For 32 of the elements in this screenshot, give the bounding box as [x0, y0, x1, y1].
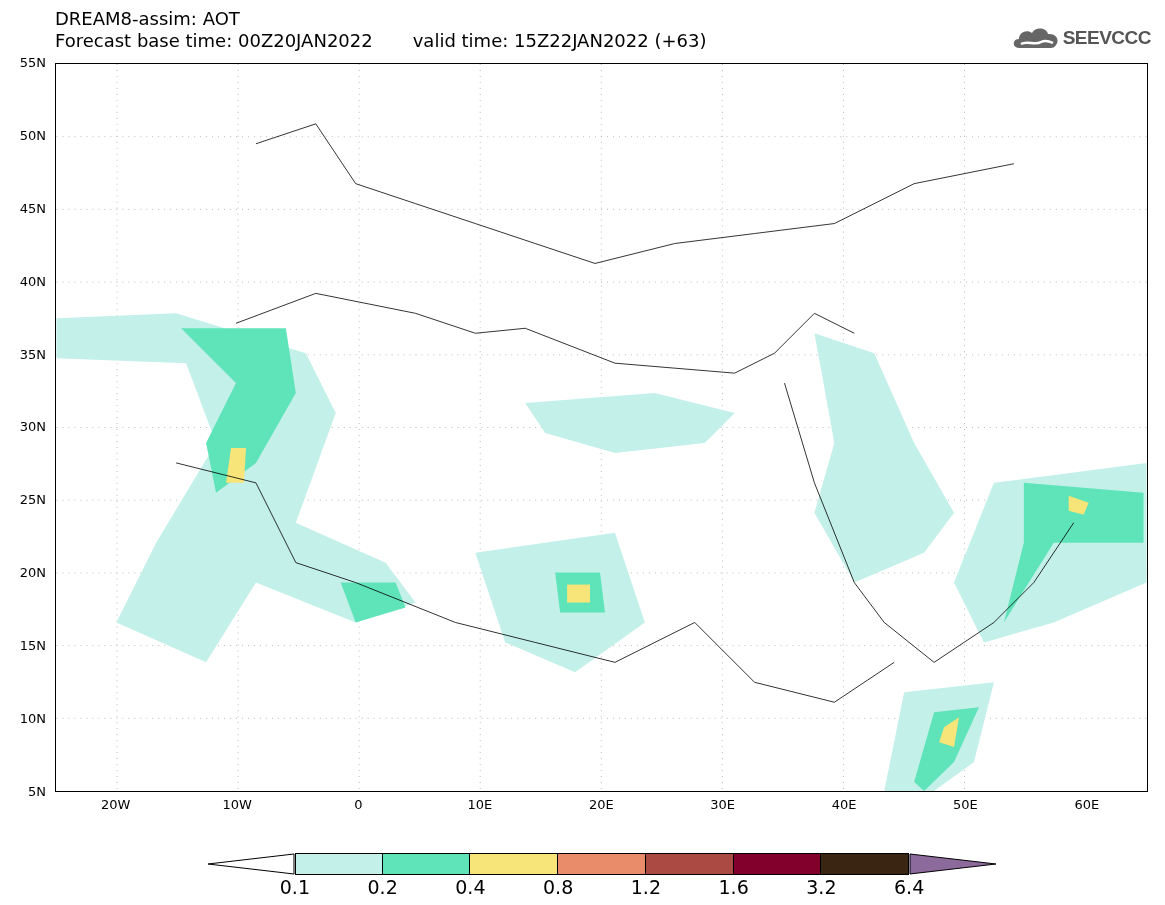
logo-text: SEEVCCC [1062, 27, 1151, 49]
legend-label: 6.4 [894, 876, 925, 898]
legend-label: 1.6 [718, 876, 749, 898]
legend-label: 0.2 [367, 876, 398, 898]
axis-label: 5N [27, 783, 47, 800]
axis-label: 0 [354, 797, 363, 812]
axis-label: 40E [831, 797, 857, 812]
axis-label: 50E [953, 797, 978, 812]
legend-label: 0.4 [455, 876, 486, 898]
axis-label: 35N [18, 346, 47, 363]
axis-label: 10W [222, 797, 252, 812]
axis-label: 10N [18, 711, 47, 727]
base-time-text: Forecast base time: 00Z20JAN2022 [55, 30, 373, 52]
axis-label: 40N [18, 273, 47, 290]
axis-label: 50N [18, 127, 47, 144]
axis-label: 20W [101, 797, 131, 812]
legend-label: 1.2 [630, 876, 661, 898]
axis-label: 15N [18, 638, 47, 655]
axis-label: 30N [18, 419, 47, 436]
axis-label: 25N [18, 492, 47, 509]
axis-label: 20E [588, 797, 614, 812]
legend-label: 0.1 [279, 876, 310, 898]
legend-label: 3.2 [806, 876, 837, 898]
valid-time-text: valid time: 15Z22JAN2022 (+63) [412, 30, 707, 52]
axis-label: 20N [18, 565, 47, 582]
legend-label: 0.8 [543, 876, 574, 898]
axis-label: 30E [710, 797, 736, 812]
chart-title: DREAM8-assim: AOT [55, 8, 241, 30]
axis-label: 60E [1074, 797, 1100, 812]
axis-label: 55N [18, 55, 47, 71]
axis-label: 10E [467, 797, 493, 812]
axis-label: 45N [18, 200, 47, 217]
